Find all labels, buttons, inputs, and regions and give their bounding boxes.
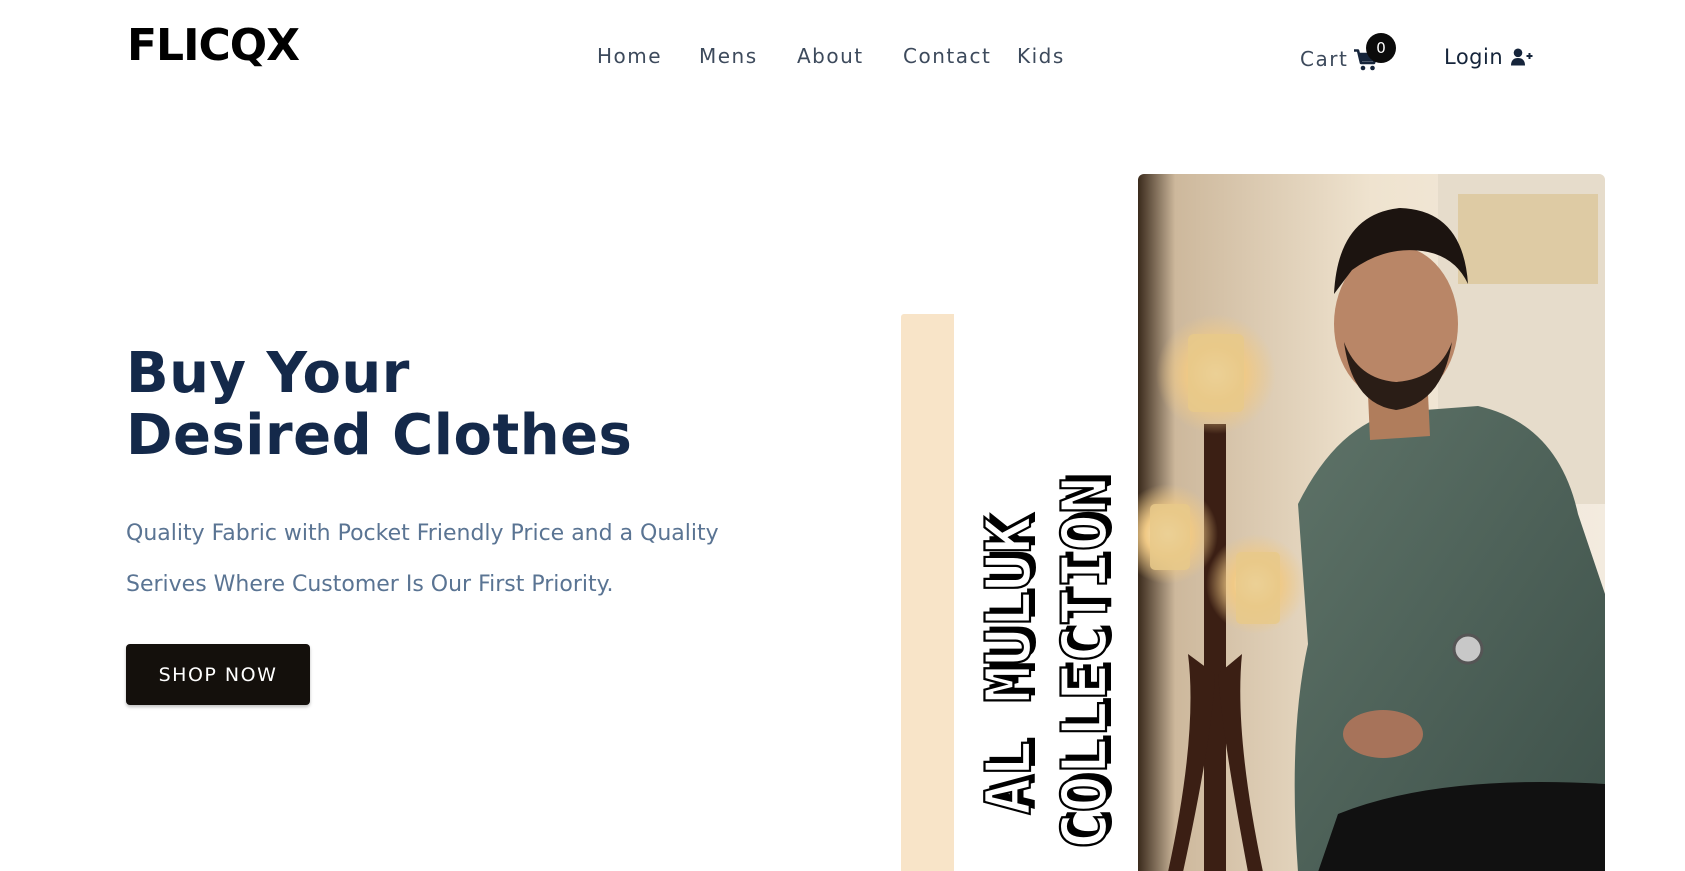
nav-link-kids[interactable]: Kids — [1017, 44, 1065, 68]
accent-strip — [901, 314, 954, 871]
hero-title-line2: Desired Clothes — [126, 403, 633, 468]
brand-logo[interactable]: FLICQX — [127, 24, 300, 68]
hero-title: Buy Your Desired Clothes — [126, 343, 632, 467]
nav-link-about[interactable]: About — [797, 44, 864, 68]
collection-banner: .outline-txt { font-family: "DejaVu Sans… — [971, 472, 1126, 851]
hero-subtitle-line2: Serives Where Customer Is Our First Prio… — [126, 572, 614, 597]
nav-link-home[interactable]: Home — [597, 44, 662, 68]
hero-subtitle: Quality Fabric with Pocket Friendly Pric… — [126, 508, 766, 610]
hero-subtitle-line1: Quality Fabric with Pocket Friendly Pric… — [126, 521, 719, 546]
cart-label: Cart — [1300, 47, 1349, 71]
hero-title-line1: Buy Your — [126, 341, 410, 406]
user-plus-icon — [1511, 48, 1533, 66]
shop-now-button[interactable]: SHOP NOW — [126, 644, 310, 705]
model-photo — [1138, 174, 1605, 871]
banner-line1: AL MULUK — [972, 516, 1045, 815]
banner-line2: COLLECTION — [1048, 477, 1121, 850]
cart-count-badge: 0 — [1366, 33, 1396, 63]
nav-link-contact[interactable]: Contact — [903, 44, 991, 68]
login-label: Login — [1444, 45, 1504, 69]
nav-link-mens[interactable]: Mens — [699, 44, 758, 68]
landing-page: FLICQX Home Mens About Contact Kids Cart… — [0, 0, 1685, 871]
login-link[interactable]: Login — [1444, 43, 1533, 71]
